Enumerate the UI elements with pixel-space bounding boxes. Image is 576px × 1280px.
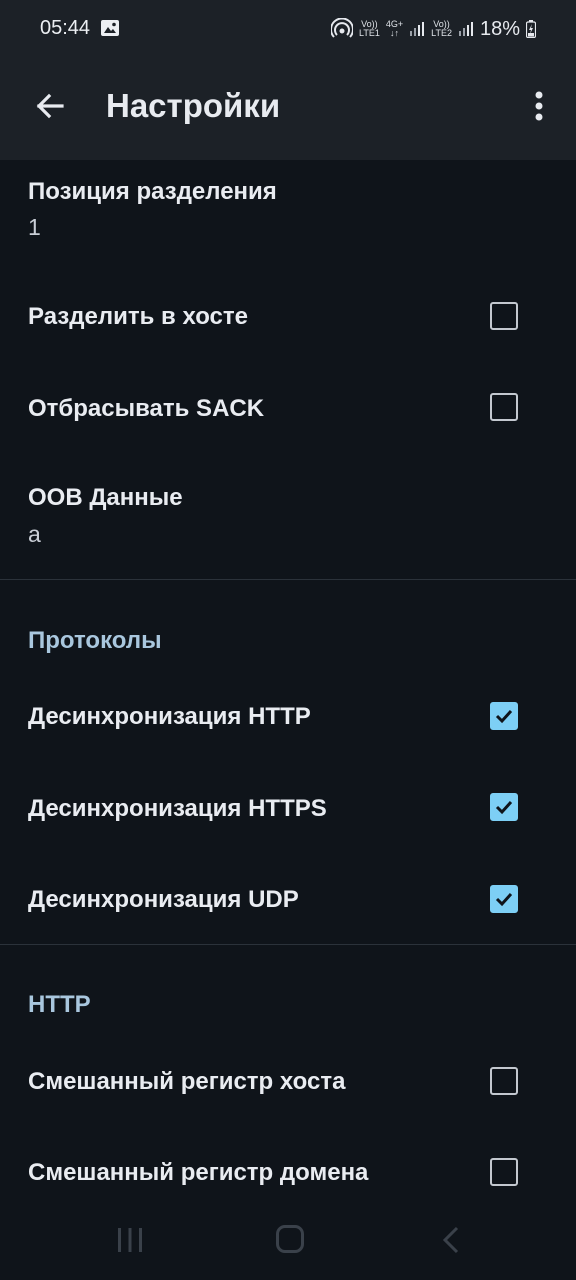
desync-https-checkbox[interactable] [490, 793, 518, 821]
desync-http-checkbox[interactable] [490, 702, 518, 730]
setting-title: Разделить в хосте [28, 303, 248, 330]
setting-split-position[interactable]: Позиция разделения 1 [0, 160, 576, 280]
setting-mixed-domain-case[interactable]: Смешанный регистр домена [0, 1127, 576, 1200]
mixed-domain-case-checkbox[interactable] [490, 1158, 518, 1186]
setting-desync-udp[interactable]: Десинхронизация UDP [0, 853, 576, 945]
setting-title: Смешанный регистр домена [28, 1159, 369, 1186]
more-vert-icon[interactable] [526, 86, 552, 126]
app-bar: Настройки [0, 60, 576, 160]
divider [0, 944, 576, 945]
setting-desync-https[interactable]: Десинхронизация HTTPS [0, 762, 576, 854]
setting-title: OOB Данные [28, 484, 183, 511]
page-title: Настройки [106, 87, 281, 124]
setting-title: Смешанный регистр хоста [28, 1068, 346, 1095]
section-header-protocols: Протоколы [28, 627, 162, 654]
setting-title: Десинхронизация UDP [28, 886, 299, 913]
setting-title: Позиция разделения [28, 178, 277, 205]
image-notification-icon [101, 20, 119, 36]
sim1-indicator: Vo)) LTE1 [359, 20, 380, 38]
nav-back-icon[interactable] [440, 1225, 462, 1255]
sim2-lte-label: LTE2 [431, 28, 452, 38]
battery-percent: 18% [479, 17, 520, 40]
sim2-indicator: Vo)) LTE2 [431, 20, 452, 38]
data-arrows-icon: ↓↑ [389, 28, 399, 38]
setting-summary: a [28, 521, 41, 547]
setting-drop-sack[interactable]: Отбрасывать SACK [0, 362, 576, 452]
status-time: 05:44 [40, 17, 91, 39]
signal-2-icon [458, 22, 473, 36]
mixed-host-case-checkbox[interactable] [490, 1067, 518, 1095]
arrow-back-icon[interactable] [30, 86, 70, 126]
network-indicator: 4G+ ↓↑ [386, 20, 403, 38]
setting-title: Десинхронизация HTTP [28, 703, 311, 730]
home-icon[interactable] [276, 1225, 304, 1253]
status-icons: Vo)) LTE1 4G+ ↓↑ Vo)) LTE2 18% [331, 14, 536, 44]
status-bar: 05:44 Vo)) LTE1 4G+ ↓↑ Vo)) LTE2 18% [0, 0, 576, 60]
check-icon [495, 800, 513, 815]
hotspot-icon [331, 18, 354, 38]
drop-sack-checkbox[interactable] [490, 393, 518, 421]
settings-list: Позиция разделения 1 Разделить в хосте О… [0, 160, 576, 1200]
setting-mixed-host-case[interactable]: Смешанный регистр хоста [0, 1035, 576, 1127]
signal-1-icon [410, 22, 425, 36]
desync-udp-checkbox[interactable] [490, 885, 518, 913]
section-header-http: HTTP [28, 991, 91, 1018]
setting-desync-http[interactable]: Десинхронизация HTTP [0, 670, 576, 762]
setting-title: Десинхронизация HTTPS [28, 795, 327, 822]
setting-split-in-host[interactable]: Разделить в хосте [0, 270, 576, 362]
split-in-host-checkbox[interactable] [490, 302, 518, 330]
setting-oob-data[interactable]: OOB Данные a [0, 460, 576, 570]
check-icon [495, 709, 513, 724]
divider [0, 579, 576, 580]
recents-icon[interactable] [116, 1226, 144, 1254]
battery-charging-icon [526, 20, 536, 38]
navigation-bar [0, 1200, 576, 1280]
sim1-lte-label: LTE1 [359, 28, 380, 38]
check-icon [495, 892, 513, 907]
setting-summary: 1 [28, 214, 41, 240]
setting-title: Отбрасывать SACK [28, 395, 265, 422]
